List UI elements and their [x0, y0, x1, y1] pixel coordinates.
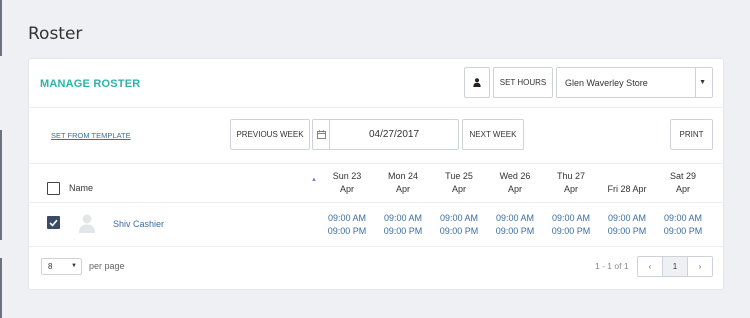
manage-roster-title: MANAGE ROSTER [40, 78, 141, 90]
shift-end: 09:00 PM [327, 226, 367, 236]
shift-start: 09:00 AM [551, 213, 591, 223]
shift-start: 09:00 AM [327, 213, 367, 223]
store-select-divider [695, 68, 696, 97]
divider [29, 202, 723, 203]
shift-end: 09:00 PM [383, 226, 423, 236]
day-header-line: Apr [675, 184, 690, 194]
day-header-line: Apr [395, 184, 410, 194]
shift-end: 09:00 PM [495, 226, 535, 236]
roster-panel: MANAGE ROSTER SET HOURS Glen Waverley St… [28, 58, 724, 290]
user-button[interactable] [464, 67, 490, 98]
shift-end: 09:00 PM [551, 226, 591, 236]
shift-end: 09:00 PM [607, 226, 647, 236]
divider [29, 163, 723, 164]
employee-name-link[interactable]: Shiv Cashier [113, 219, 164, 229]
prev-page-button[interactable]: ‹ [637, 256, 663, 277]
day-header-tue: Tue 25 Apr [434, 170, 484, 196]
set-hours-button[interactable]: SET HOURS [493, 67, 553, 98]
day-header-line: Sun 23 [332, 171, 362, 181]
day-header-line: Apr [563, 184, 578, 194]
day-header-line: Sat 29 [669, 171, 697, 181]
day-header-line: Apr [339, 184, 354, 194]
per-page-select[interactable]: 8 ▼ [41, 258, 82, 275]
page-1-button[interactable]: 1 [662, 256, 688, 277]
day-header-sun: Sun 23 Apr [322, 170, 372, 196]
day-header-line: Apr [507, 184, 522, 194]
shift-start: 09:00 AM [663, 213, 703, 223]
store-select-value: Glen Waverley Store [565, 77, 648, 88]
page-title: Roster [28, 24, 83, 44]
day-header-line: Mon 24 [387, 171, 419, 181]
shift-end: 09:00 PM [439, 226, 479, 236]
print-button[interactable]: PRINT [670, 119, 713, 150]
shift-cell-fri[interactable]: 09:00 AM 09:00 PM [602, 212, 652, 238]
check-icon [49, 219, 58, 227]
shift-cell-tue[interactable]: 09:00 AM 09:00 PM [434, 212, 484, 238]
day-header-wed: Wed 26 Apr [490, 170, 540, 196]
calendar-icon[interactable] [313, 120, 330, 149]
shift-start: 09:00 AM [495, 213, 535, 223]
shift-cell-sat[interactable]: 09:00 AM 09:00 PM [658, 212, 708, 238]
user-icon [473, 78, 481, 87]
shift-cell-sun[interactable]: 09:00 AM 09:00 PM [322, 212, 372, 238]
name-column-header[interactable]: Name [69, 183, 93, 193]
date-picker[interactable]: 04/27/2017 [312, 119, 459, 150]
day-header-line: Thu 27 [556, 171, 586, 181]
day-header-line: Apr [451, 184, 466, 194]
day-header-line: Tue 25 [445, 171, 473, 181]
date-value: 04/27/2017 [368, 129, 420, 140]
avatar-icon [79, 214, 95, 233]
shift-start: 09:00 AM [607, 213, 647, 223]
chevron-right-icon: › [698, 262, 702, 271]
day-header-fri: Fri 28 Apr [602, 183, 652, 196]
day-header-mon: Mon 24 Apr [378, 170, 428, 196]
window-edge-bottom [0, 258, 2, 318]
per-page-label: per page [89, 261, 125, 271]
shift-end: 09:00 PM [663, 226, 703, 236]
shift-cell-thu[interactable]: 09:00 AM 09:00 PM [546, 212, 596, 238]
pagination-range: 1 - 1 of 1 [595, 261, 629, 271]
caret-down-icon: ▼ [71, 263, 77, 269]
store-select[interactable]: Glen Waverley Store ▼ [556, 67, 713, 98]
per-page-value: 8 [48, 262, 53, 271]
window-edge-top [0, 0, 2, 56]
day-header-line: Wed 26 [499, 171, 531, 181]
previous-week-button[interactable]: PREVIOUS WEEK [230, 119, 310, 150]
day-header-line: Fri 28 Apr [607, 184, 647, 194]
shift-start: 09:00 AM [439, 213, 479, 223]
chevron-left-icon: ‹ [648, 262, 652, 271]
divider [29, 246, 723, 247]
select-all-checkbox[interactable] [47, 182, 60, 195]
shift-cell-mon[interactable]: 09:00 AM 09:00 PM [378, 212, 428, 238]
shift-start: 09:00 AM [383, 213, 423, 223]
day-header-thu: Thu 27 Apr [546, 170, 596, 196]
caret-down-icon: ▼ [699, 79, 706, 86]
divider [29, 107, 723, 108]
day-header-sat: Sat 29 Apr [658, 170, 708, 196]
next-page-button[interactable]: › [687, 256, 713, 277]
next-week-button[interactable]: NEXT WEEK [462, 119, 524, 150]
set-from-template-link[interactable]: SET FROM TEMPLATE [51, 131, 131, 140]
shift-cell-wed[interactable]: 09:00 AM 09:00 PM [490, 212, 540, 238]
sort-asc-icon[interactable]: ▲ [311, 177, 317, 183]
row-checkbox[interactable] [47, 216, 60, 229]
window-edge-middle [0, 130, 2, 240]
